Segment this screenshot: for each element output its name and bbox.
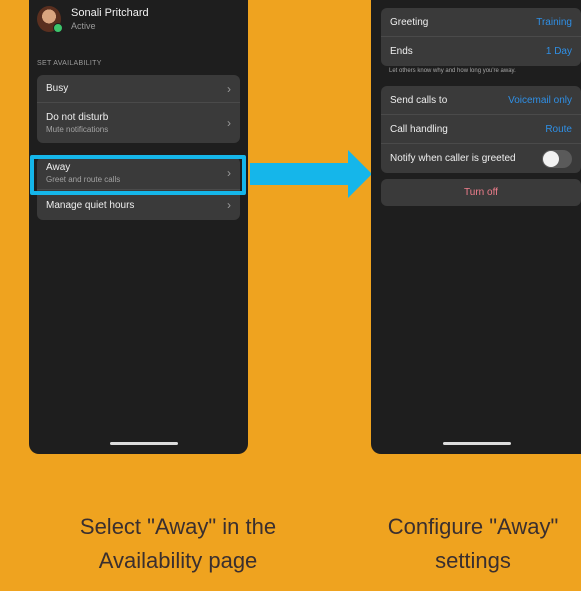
- away-settings-screen: Greeting Training Ends 1 Day Let others …: [371, 0, 581, 454]
- greeting-card: Greeting Training Ends 1 Day: [381, 8, 581, 66]
- avatar: [37, 6, 63, 33]
- caption-configure-away: Configure "Away" settings: [365, 510, 581, 578]
- section-label: SET AVAILABILITY: [37, 60, 102, 67]
- caption-line: Select "Away" in the: [79, 514, 277, 539]
- option-busy[interactable]: Busy ›: [37, 75, 240, 103]
- user-name: Sonali Pritchard: [71, 7, 149, 19]
- option-sublabel: Mute notifications: [46, 125, 109, 134]
- send-calls-label: Send calls to: [390, 94, 448, 106]
- call-handling-value[interactable]: Route: [545, 124, 572, 135]
- presence-indicator-icon: [53, 23, 63, 33]
- status-options-card: Busy › Do not disturb Mute notifications…: [37, 75, 240, 143]
- option-label: Busy: [46, 83, 69, 94]
- send-calls-value[interactable]: Voicemail only: [508, 95, 572, 106]
- chevron-right-icon: ›: [227, 116, 231, 130]
- call-handling-row[interactable]: Call handling Route: [381, 115, 581, 144]
- arrow-right-icon: [250, 150, 372, 198]
- call-settings-card: Send calls to Voicemail only Call handli…: [381, 86, 581, 173]
- away-hint-text: Let others know why and how long you're …: [389, 68, 516, 74]
- user-status: Active: [71, 21, 96, 31]
- greeting-label: Greeting: [390, 16, 429, 28]
- caption-line: settings: [435, 548, 511, 573]
- chevron-right-icon: ›: [227, 198, 231, 212]
- chevron-right-icon: ›: [227, 81, 231, 96]
- away-highlight-box: [30, 155, 246, 195]
- turn-off-button[interactable]: Turn off: [381, 179, 581, 206]
- caption-select-away: Select "Away" in the Availability page: [38, 510, 318, 578]
- greeting-row[interactable]: Greeting Training: [381, 8, 581, 37]
- caption-line: Availability page: [98, 548, 258, 573]
- send-calls-row[interactable]: Send calls to Voicemail only: [381, 86, 581, 115]
- user-profile: Sonali Pritchard Active: [37, 6, 149, 33]
- notify-row: Notify when caller is greeted: [381, 144, 581, 173]
- option-label: Do not disturb: [46, 112, 109, 123]
- ends-label: Ends: [390, 46, 413, 57]
- ends-value[interactable]: 1 Day: [546, 46, 572, 57]
- ends-row[interactable]: Ends 1 Day: [381, 37, 581, 66]
- call-handling-label: Call handling: [390, 123, 448, 135]
- notify-toggle[interactable]: [542, 149, 572, 168]
- option-do-not-disturb[interactable]: Do not disturb Mute notifications ›: [37, 103, 240, 143]
- turn-off-label: Turn off: [464, 187, 498, 198]
- caption-line: Configure "Away": [387, 514, 559, 539]
- toggle-knob: [543, 150, 559, 167]
- greeting-value[interactable]: Training: [536, 17, 572, 28]
- availability-screen: Sonali Pritchard Active SET AVAILABILITY…: [29, 0, 248, 454]
- notify-label: Notify when caller is greeted: [390, 153, 516, 164]
- home-indicator[interactable]: [110, 442, 178, 445]
- option-label: Manage quiet hours: [46, 199, 135, 211]
- home-indicator[interactable]: [443, 442, 511, 445]
